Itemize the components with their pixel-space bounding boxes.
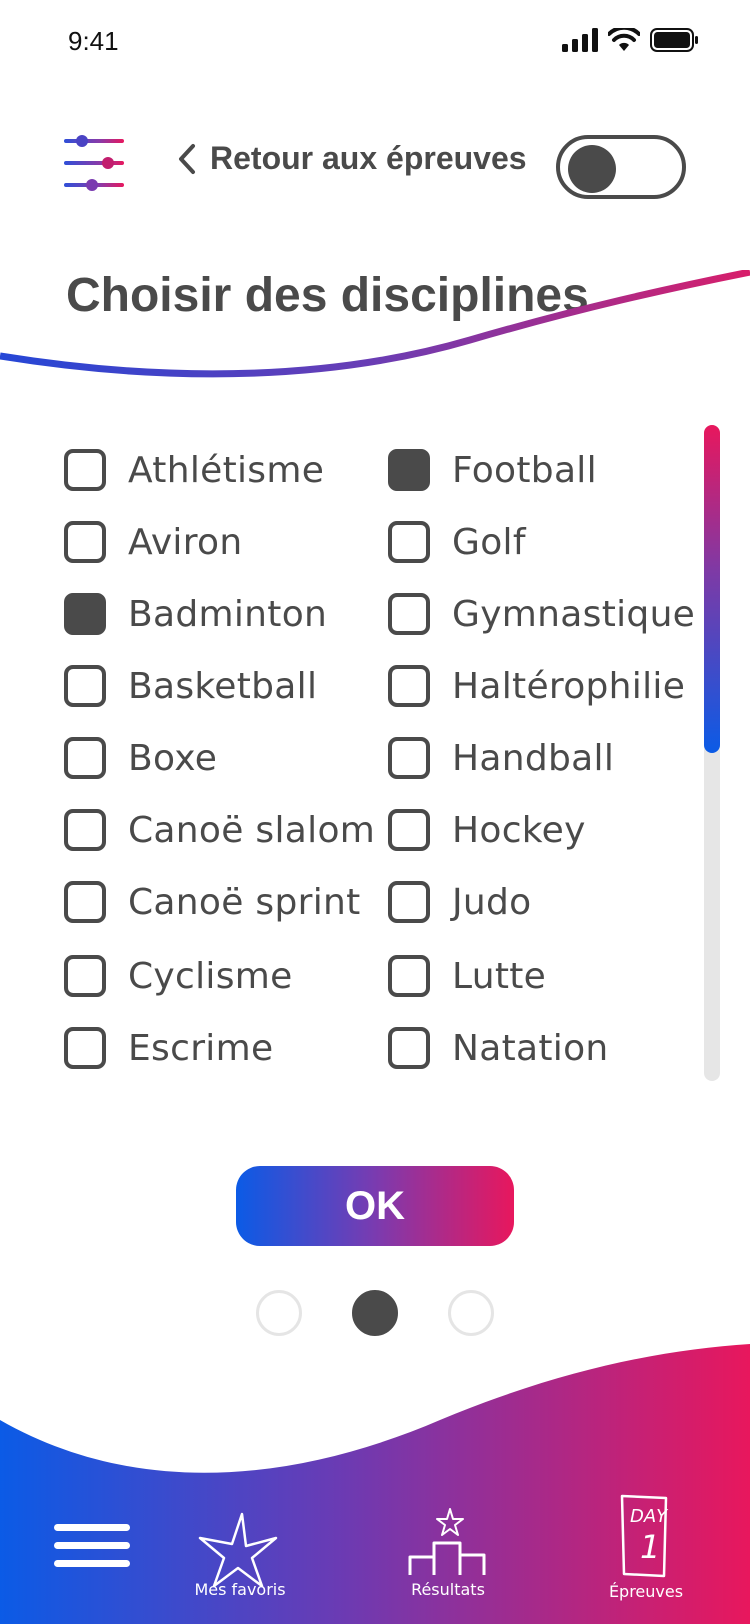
checkbox-unchecked[interactable] (64, 955, 106, 997)
checkbox-checked[interactable] (388, 449, 430, 491)
checkbox-unchecked[interactable] (388, 593, 430, 635)
nav-label-results: Résultats (411, 1580, 485, 1599)
ok-button[interactable]: OK (236, 1166, 514, 1246)
calendar-day-number: 1 (640, 1528, 660, 1566)
checkbox-unchecked[interactable] (64, 1027, 106, 1069)
pager-dot[interactable] (256, 1290, 302, 1336)
battery-icon (650, 28, 698, 52)
discipline-label: Football (452, 449, 597, 491)
podium-icon (408, 1508, 486, 1575)
toggle-knob (568, 145, 616, 193)
discipline-label: Aviron (128, 521, 243, 563)
menu-button[interactable] (52, 1520, 132, 1580)
checkbox-unchecked[interactable] (388, 955, 430, 997)
back-label: Retour aux épreuves (210, 140, 527, 176)
chevron-left-icon (179, 143, 195, 174)
checkbox-unchecked[interactable] (388, 665, 430, 707)
discipline-item[interactable]: Handball (388, 728, 614, 788)
discipline-label: Lutte (452, 955, 547, 997)
checkbox-unchecked[interactable] (388, 809, 430, 851)
status-bar: 9:41 (0, 0, 750, 90)
discipline-item[interactable]: Aviron (64, 512, 242, 572)
discipline-item[interactable]: Gymnastique (388, 584, 695, 644)
filter-sliders-icon[interactable] (62, 130, 128, 196)
discipline-label: Badminton (128, 593, 328, 635)
calendar-day-icon: DAY 1 (620, 1494, 669, 1578)
discipline-item[interactable]: Athlétisme (64, 440, 324, 500)
wifi-icon (608, 28, 640, 51)
nav-label-events: Épreuves (608, 1582, 684, 1601)
scrollbar-thumb[interactable] (704, 425, 720, 753)
discipline-item[interactable]: Football (388, 440, 597, 500)
hamburger-icon (54, 1524, 130, 1567)
pager-dot-active[interactable] (352, 1290, 398, 1336)
discipline-item[interactable]: Cyclisme (64, 946, 293, 1006)
checkbox-unchecked[interactable] (388, 521, 430, 563)
discipline-label: Handball (452, 737, 615, 779)
discipline-label: Canoë sprint (128, 881, 361, 923)
checkbox-unchecked[interactable] (388, 737, 430, 779)
discipline-item[interactable]: Canoë sprint (64, 872, 361, 932)
checkbox-unchecked[interactable] (388, 881, 430, 923)
toggle-switch[interactable] (556, 135, 686, 199)
disciplines-list: Athlétisme Aviron Badminton Basketball Boxe C… (64, 440, 695, 1080)
discipline-item[interactable]: Basketball (64, 656, 317, 716)
checkbox-unchecked[interactable] (64, 881, 106, 923)
discipline-item[interactable]: Canoë slalom (64, 800, 375, 860)
checkbox-unchecked[interactable] (64, 809, 106, 851)
discipline-label: Cyclisme (128, 955, 293, 997)
discipline-item[interactable]: Judo (388, 872, 532, 932)
back-to-events-link[interactable]: Retour aux épreuves (176, 140, 527, 177)
nav-favorites[interactable]: Mes favoris (190, 1510, 290, 1610)
checkbox-checked[interactable] (64, 593, 106, 635)
discipline-label: Natation (452, 1027, 609, 1069)
discipline-item[interactable]: Golf (388, 512, 526, 572)
discipline-item[interactable]: Badminton (64, 584, 327, 644)
checkbox-unchecked[interactable] (64, 449, 106, 491)
discipline-label: Basketball (128, 665, 318, 707)
status-icons (562, 28, 698, 52)
checkbox-unchecked[interactable] (388, 1027, 430, 1069)
scrollbar-track[interactable] (704, 425, 720, 1081)
nav-results[interactable]: Résultats (398, 1505, 498, 1610)
discipline-label: Judo (452, 881, 532, 923)
discipline-item[interactable]: Escrime (64, 1018, 273, 1078)
discipline-item[interactable]: Lutte (388, 946, 546, 1006)
discipline-item[interactable]: Boxe (64, 728, 217, 788)
checkbox-unchecked[interactable] (64, 665, 106, 707)
discipline-label: Gymnastique (452, 593, 696, 635)
filter-sliders-graphic (64, 135, 124, 191)
discipline-item[interactable]: Hockey (388, 800, 586, 860)
page-indicator (256, 1290, 496, 1338)
discipline-label: Athlétisme (128, 449, 325, 491)
discipline-label: Hockey (452, 809, 586, 851)
calendar-day-text: DAY (630, 1506, 669, 1527)
page-title: Choisir des disciplines (66, 269, 589, 322)
discipline-item[interactable]: Haltérophilie (388, 656, 685, 716)
star-icon (198, 1512, 278, 1588)
discipline-label: Golf (452, 521, 526, 563)
pager-dot[interactable] (448, 1290, 494, 1336)
discipline-label: Boxe (128, 737, 218, 779)
nav-label-favorites: Mes favoris (194, 1580, 286, 1599)
discipline-label: Canoë slalom (128, 809, 376, 851)
discipline-label: Escrime (128, 1027, 274, 1069)
cellular-signal-icon (562, 28, 598, 52)
nav-events[interactable]: DAY 1 Épreuves (596, 1490, 696, 1610)
discipline-label: Haltérophilie (452, 665, 686, 707)
discipline-item[interactable]: Natation (388, 1018, 609, 1078)
checkbox-unchecked[interactable] (64, 521, 106, 563)
checkbox-unchecked[interactable] (64, 737, 106, 779)
status-time: 9:41 (68, 26, 119, 56)
